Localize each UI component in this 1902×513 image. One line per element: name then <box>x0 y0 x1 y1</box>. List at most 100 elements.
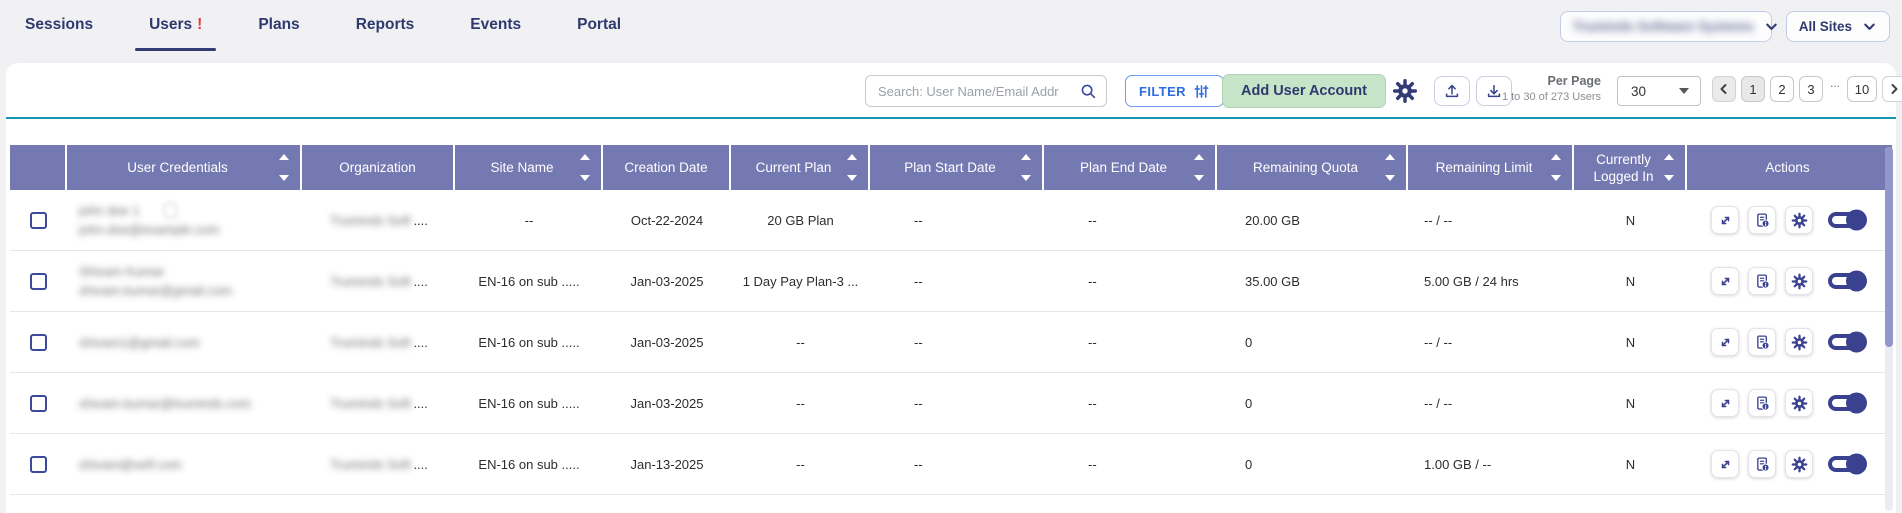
currently_logged_in-value: N <box>1626 335 1635 350</box>
prev-page-button[interactable] <box>1712 76 1736 102</box>
user-name-line: shivam@self.com <box>79 455 302 474</box>
column-header-currently_logged_in[interactable]: Currently Logged In <box>1574 145 1687 190</box>
cell-currently_logged_in: N <box>1574 190 1687 250</box>
sort-desc-icon[interactable] <box>1194 175 1204 181</box>
user-settings-button[interactable] <box>1785 206 1813 234</box>
tab-events[interactable]: Events <box>442 16 549 34</box>
user-credentials: shivam1@gmail.com <box>79 333 302 352</box>
user-settings-button[interactable] <box>1785 389 1813 417</box>
row-checkbox[interactable] <box>30 395 47 412</box>
sort-asc-icon[interactable] <box>847 154 857 160</box>
cell-organization: Truminds Soft.... <box>302 251 455 311</box>
filter-button[interactable]: FILTER <box>1125 75 1224 107</box>
page-button-1[interactable]: 1 <box>1741 76 1765 102</box>
sort-asc-icon[interactable] <box>1664 154 1674 160</box>
billing-info-button[interactable] <box>1748 206 1776 234</box>
organization-dropdown[interactable]: Truminds Software Systems <box>1560 11 1772 42</box>
tab-reports[interactable]: Reports <box>328 16 443 34</box>
page-button-10[interactable]: 10 <box>1847 76 1877 102</box>
user-enabled-toggle[interactable] <box>1828 334 1864 350</box>
user-enabled-toggle[interactable] <box>1828 456 1864 472</box>
row-checkbox[interactable] <box>30 334 47 351</box>
billing-info-button[interactable] <box>1748 328 1776 356</box>
sort-asc-icon[interactable] <box>1385 154 1395 160</box>
sort-asc-icon[interactable] <box>580 154 590 160</box>
sort-desc-icon[interactable] <box>1021 175 1031 181</box>
organization-ellipsis: .... <box>413 335 427 350</box>
search-icon[interactable] <box>1079 82 1097 100</box>
column-header-remaining_quota[interactable]: Remaining Quota <box>1217 145 1408 190</box>
user-enabled-toggle[interactable] <box>1828 212 1864 228</box>
cell-currently_logged_in: N <box>1574 373 1687 433</box>
column-header-site_name[interactable]: Site Name <box>455 145 603 190</box>
context-selectors: Truminds Software Systems All Sites <box>1560 11 1890 42</box>
billing-info-icon <box>1754 273 1771 290</box>
user-settings-button[interactable] <box>1785 328 1813 356</box>
sort-desc-icon[interactable] <box>847 175 857 181</box>
user-enabled-toggle[interactable] <box>1828 395 1864 411</box>
expand-user-button[interactable] <box>1711 389 1739 417</box>
row-checkbox[interactable] <box>30 212 47 229</box>
row-checkbox[interactable] <box>30 456 47 473</box>
row-actions <box>1711 328 1864 356</box>
sort-desc-icon[interactable] <box>1385 175 1395 181</box>
next-page-button[interactable] <box>1882 76 1902 102</box>
add-user-account-label: Add User Account <box>1241 83 1367 99</box>
page-button-3[interactable]: 3 <box>1799 76 1823 102</box>
column-header-user_credentials[interactable]: User Credentials <box>67 145 302 190</box>
sort-asc-icon[interactable] <box>1551 154 1561 160</box>
cell-checkbox <box>10 251 67 311</box>
gear-icon <box>1791 456 1808 473</box>
expand-user-button[interactable] <box>1711 206 1739 234</box>
user-enabled-toggle[interactable] <box>1828 273 1864 289</box>
expand-user-button[interactable] <box>1711 267 1739 295</box>
column-header-plan_start_date[interactable]: Plan Start Date <box>870 145 1044 190</box>
column-header-actions: Actions <box>1687 145 1888 190</box>
scrollbar-thumb[interactable] <box>1885 147 1893 347</box>
search-input[interactable] <box>866 84 1079 99</box>
sort-asc-icon[interactable] <box>1021 154 1031 160</box>
user-name: shivam.kumar@truminds.com <box>79 394 251 413</box>
expand-user-button[interactable] <box>1711 328 1739 356</box>
page-ellipsis: ... <box>1828 76 1842 102</box>
plan_end_date-value: -- <box>1088 396 1097 411</box>
billing-info-button[interactable] <box>1748 450 1776 478</box>
sort-desc-icon[interactable] <box>279 175 289 181</box>
billing-info-button[interactable] <box>1748 389 1776 417</box>
creation_date-value: Jan-13-2025 <box>631 457 704 472</box>
plan_start_date-value: -- <box>914 335 923 350</box>
cell-creation_date: Jan-03-2025 <box>603 312 731 372</box>
add-user-account-button[interactable]: Add User Account <box>1222 74 1386 108</box>
currently_logged_in-value: N <box>1626 274 1635 289</box>
row-checkbox[interactable] <box>30 273 47 290</box>
user-settings-button[interactable] <box>1785 450 1813 478</box>
sort-desc-icon[interactable] <box>1664 175 1674 181</box>
toggle-knob <box>1846 393 1867 414</box>
pagination: 123... 10 <box>1712 76 1902 102</box>
cell-actions <box>1687 190 1888 250</box>
tab-portal[interactable]: Portal <box>549 16 649 34</box>
user-settings-button[interactable] <box>1785 267 1813 295</box>
column-header-plan_end_date[interactable]: Plan End Date <box>1044 145 1217 190</box>
sort-asc-icon[interactable] <box>279 154 289 160</box>
all-sites-dropdown[interactable]: All Sites <box>1786 11 1890 42</box>
billing-info-button[interactable] <box>1748 267 1776 295</box>
tab-sessions[interactable]: Sessions <box>25 16 121 34</box>
gear-icon <box>1791 395 1808 412</box>
user-name: john doe 1 <box>79 201 140 220</box>
sort-asc-icon[interactable] <box>1194 154 1204 160</box>
page-button-2[interactable]: 2 <box>1770 76 1794 102</box>
creation_date-value: Jan-03-2025 <box>631 335 704 350</box>
expand-user-button[interactable] <box>1711 450 1739 478</box>
tab-plans[interactable]: Plans <box>230 16 327 34</box>
column-settings-gear-icon[interactable] <box>1392 78 1418 104</box>
sort-desc-icon[interactable] <box>1551 175 1561 181</box>
page-size-dropdown[interactable]: 30 <box>1617 76 1701 106</box>
column-header-remaining_limit[interactable]: Remaining Limit <box>1408 145 1574 190</box>
sort-desc-icon[interactable] <box>580 175 590 181</box>
organization-dropdown-value: Truminds Software Systems <box>1573 19 1754 34</box>
vertical-scrollbar[interactable] <box>1885 147 1893 511</box>
column-header-current_plan[interactable]: Current Plan <box>731 145 870 190</box>
cell-actions <box>1687 373 1888 433</box>
tab-users[interactable]: Users! <box>121 16 230 34</box>
